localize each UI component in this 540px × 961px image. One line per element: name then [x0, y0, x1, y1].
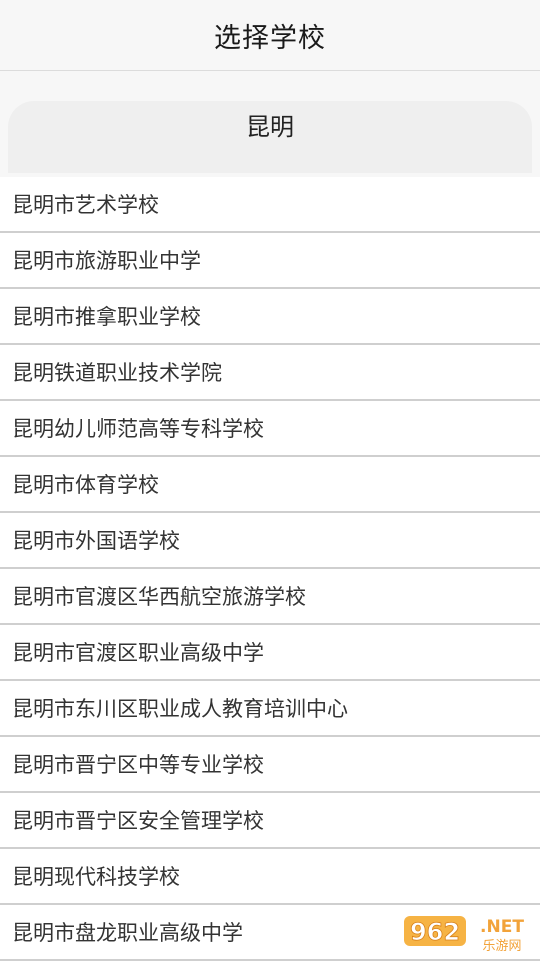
city-bar: 昆明	[0, 71, 540, 177]
school-item[interactable]: 昆明市艺术学校	[0, 177, 540, 233]
watermark-suffix: .NET	[480, 917, 524, 937]
school-item[interactable]: 昆明市体育学校	[0, 457, 540, 513]
school-item[interactable]: 昆明市官渡区华西航空旅游学校	[0, 569, 540, 625]
top-bar: 选择学校	[0, 0, 540, 71]
school-item[interactable]: 昆明市晋宁区中等专业学校	[0, 737, 540, 793]
school-list: 昆明市艺术学校 昆明市旅游职业中学 昆明市推拿职业学校 昆明铁道职业技术学院 昆…	[0, 177, 540, 961]
city-selector[interactable]: 昆明	[8, 101, 532, 173]
school-item[interactable]: 昆明铁道职业技术学院	[0, 345, 540, 401]
school-item[interactable]: 昆明幼儿师范高等专科学校	[0, 401, 540, 457]
school-item[interactable]: 昆明现代科技学校	[0, 849, 540, 905]
watermark-number: 962	[410, 918, 460, 946]
school-item[interactable]: 昆明市推拿职业学校	[0, 289, 540, 345]
page-title: 选择学校	[214, 22, 326, 54]
watermark-caption: 乐游网	[482, 939, 521, 954]
school-item[interactable]: 昆明市晋宁区安全管理学校	[0, 793, 540, 849]
site-watermark-logo: 962 .NET 乐游网	[404, 916, 524, 954]
city-label: 昆明	[246, 113, 294, 141]
school-item[interactable]: 昆明市外国语学校	[0, 513, 540, 569]
school-item[interactable]: 昆明市官渡区职业高级中学	[0, 625, 540, 681]
school-item[interactable]: 昆明市东川区职业成人教育培训中心	[0, 681, 540, 737]
school-item[interactable]: 昆明市旅游职业中学	[0, 233, 540, 289]
